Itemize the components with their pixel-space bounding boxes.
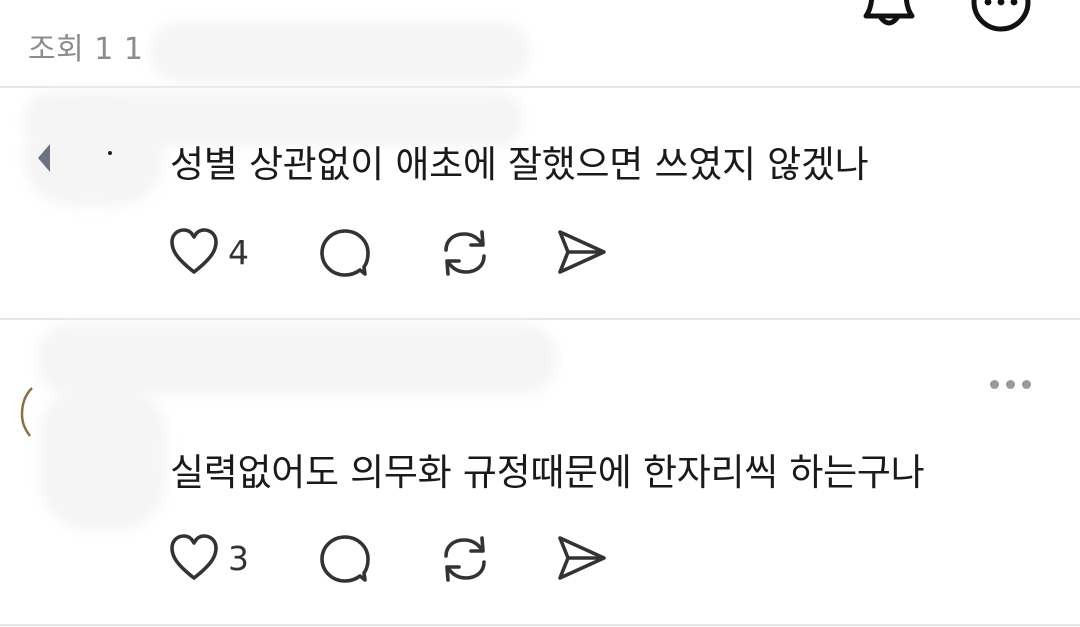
redaction-mask <box>40 384 166 530</box>
like-count: 3 <box>228 538 249 578</box>
heart-icon <box>170 228 218 274</box>
redaction-mask <box>150 22 530 82</box>
repost-icon <box>444 536 486 582</box>
more-options-button[interactable] <box>968 0 1034 42</box>
reply-button[interactable] <box>318 532 372 590</box>
view-count: 조회 1 1 <box>28 32 144 67</box>
dot <box>1022 380 1031 389</box>
like-button[interactable]: 4 <box>168 226 249 278</box>
like-button[interactable]: 3 <box>168 532 249 584</box>
repost-button[interactable] <box>438 226 492 284</box>
comment-icon <box>320 229 370 277</box>
avatar[interactable] <box>28 140 68 180</box>
heart-icon <box>170 534 218 580</box>
divider <box>0 624 1080 626</box>
share-button[interactable] <box>554 532 608 590</box>
send-icon <box>558 536 606 580</box>
comment-more-button[interactable] <box>990 380 1031 389</box>
bell-icon[interactable] <box>858 0 920 42</box>
avatar-dot <box>108 151 112 155</box>
comment-icon <box>320 535 370 583</box>
more-icon <box>971 0 1031 32</box>
reply-button[interactable] <box>318 226 372 284</box>
dot <box>990 380 999 389</box>
share-button[interactable] <box>554 226 608 284</box>
dot <box>1006 380 1015 389</box>
send-icon <box>558 230 606 274</box>
comment-text: 성별 상관없이 애초에 잘했으면 쓰였지 않겠나 <box>170 143 869 186</box>
comment-text: 실력없어도 의무화 규정때문에 한자리씩 하는구나 <box>170 451 925 494</box>
repost-button[interactable] <box>438 532 492 590</box>
avatar[interactable] <box>18 382 38 442</box>
divider <box>0 86 1080 88</box>
post-title-fragment <box>28 0 160 4</box>
like-count: 4 <box>228 232 249 272</box>
divider <box>0 318 1080 320</box>
repost-icon <box>444 230 486 276</box>
